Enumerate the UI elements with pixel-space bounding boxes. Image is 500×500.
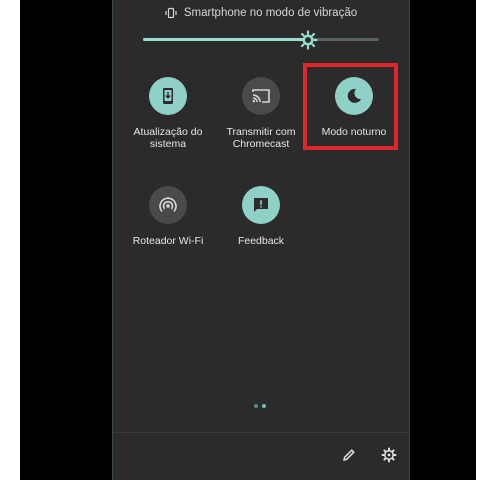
tile-feedback[interactable]: Feedback xyxy=(211,186,311,247)
page-indicator xyxy=(254,404,274,410)
edit-button[interactable] xyxy=(341,447,357,463)
vibration-status: Smartphone no modo de vibração xyxy=(112,4,410,22)
brightness-icon xyxy=(298,30,318,50)
feedback-icon xyxy=(242,186,280,224)
highlight-box xyxy=(303,63,398,150)
tile-cast-label: Transmitir com Chromecast xyxy=(226,126,296,150)
hotspot-icon xyxy=(149,186,187,224)
cast-icon xyxy=(242,77,280,115)
settings-icon xyxy=(381,447,397,463)
tile-system-update-label: Atualização do sistema xyxy=(133,126,203,150)
tile-wifi-hotspot[interactable]: Roteador Wi-Fi xyxy=(118,186,218,247)
page-dot xyxy=(254,404,258,408)
tile-wifi-hotspot-label: Roteador Wi-Fi xyxy=(132,235,204,247)
brightness-slider-thumb[interactable] xyxy=(298,30,318,50)
brightness-slider-fill xyxy=(143,38,308,41)
page-dot-current xyxy=(262,404,266,408)
tile-cast[interactable]: Transmitir com Chromecast xyxy=(211,77,311,150)
tile-feedback-label: Feedback xyxy=(237,235,285,247)
vibrate-icon xyxy=(165,7,177,19)
edit-icon xyxy=(342,449,355,462)
vibration-status-text: Smartphone no modo de vibração xyxy=(183,7,358,19)
footer-divider xyxy=(112,432,410,433)
settings-button[interactable] xyxy=(381,447,397,463)
tile-system-update[interactable]: Atualização do sistema xyxy=(118,77,218,150)
system-update-icon xyxy=(149,77,187,115)
